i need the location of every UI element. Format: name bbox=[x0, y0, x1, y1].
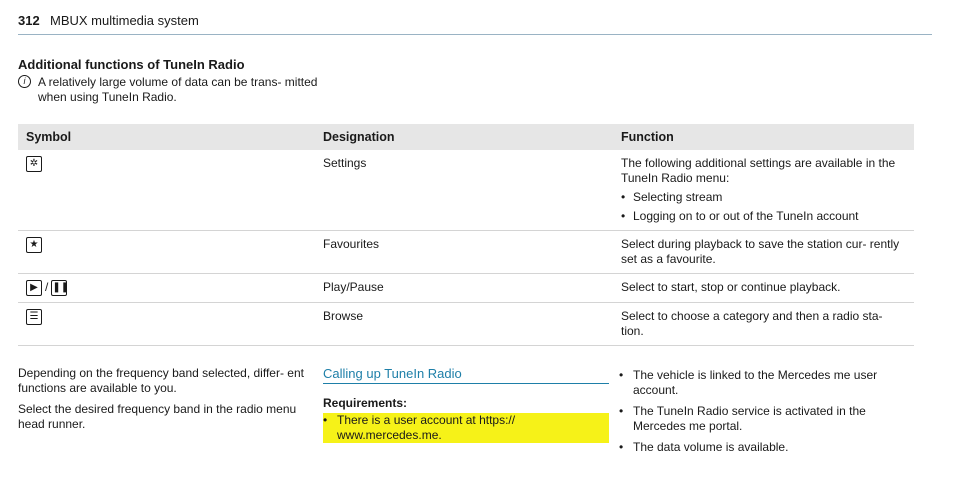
browse-icon: ☰ bbox=[26, 309, 42, 325]
frequency-band-column: Depending on the frequency band selected… bbox=[18, 366, 308, 438]
running-title: MBUX multimedia system bbox=[50, 13, 199, 28]
paragraph: Select the desired frequency band in the… bbox=[18, 402, 297, 431]
function-cell: Select to choose a category and then a r… bbox=[613, 302, 914, 346]
header-designation: Designation bbox=[315, 124, 613, 150]
list-item: Logging on to or out of the TuneIn accou… bbox=[621, 209, 906, 224]
calling-up-heading: Calling up TuneIn Radio bbox=[323, 366, 609, 384]
data-volume-note: i A relatively large volume of data can … bbox=[18, 75, 318, 105]
pause-icon: ❚❚ bbox=[51, 280, 69, 296]
info-icon: i bbox=[18, 75, 31, 88]
list-item: The data volume is available. bbox=[619, 440, 919, 455]
table-row: ☰ Browse Select to choose a category and… bbox=[18, 302, 914, 346]
play-icon: ▶ bbox=[26, 280, 42, 296]
page-header: 312 MBUX multimedia system bbox=[18, 8, 932, 35]
header-function: Function bbox=[613, 124, 914, 150]
star-icon: ★ bbox=[26, 237, 42, 253]
functions-table: Symbol Designation Function ✲ Settings T… bbox=[18, 124, 914, 346]
table-row: ✲ Settings The following additional sett… bbox=[18, 150, 914, 231]
designation-cell: Settings bbox=[315, 150, 613, 231]
list-item: There is a user account at https:// www.… bbox=[323, 413, 609, 443]
paragraph: Depending on the frequency band selected… bbox=[18, 366, 304, 395]
list-item: The vehicle is linked to the Mercedes me… bbox=[619, 368, 919, 398]
calling-up-column: Calling up TuneIn Radio Requirements: Th… bbox=[323, 366, 609, 449]
header-symbol: Symbol bbox=[18, 124, 315, 150]
requirements-label: Requirements: bbox=[323, 396, 408, 410]
designation-cell: Favourites bbox=[315, 230, 613, 274]
table-row: ★ Favourites Select during playback to s… bbox=[18, 230, 914, 274]
list-item: Selecting stream bbox=[621, 190, 906, 205]
function-cell: Select during playback to save the stati… bbox=[613, 230, 914, 274]
section-title: Additional functions of TuneIn Radio bbox=[18, 57, 245, 72]
designation-cell: Browse bbox=[315, 302, 613, 346]
function-cell: The following additional settings are av… bbox=[621, 156, 896, 185]
note-text: A relatively large volume of data can be… bbox=[38, 75, 318, 104]
table-header-row: Symbol Designation Function bbox=[18, 124, 914, 150]
icon-separator: / bbox=[45, 280, 49, 295]
settings-list: Selecting stream Logging on to or out of… bbox=[621, 190, 906, 224]
requirements-continued-column: The vehicle is linked to the Mercedes me… bbox=[619, 366, 919, 461]
settings-icon: ✲ bbox=[26, 156, 42, 172]
list-item: The TuneIn Radio service is activated in… bbox=[619, 404, 919, 434]
requirements-list: There is a user account at https:// www.… bbox=[323, 413, 609, 443]
function-cell: Select to start, stop or continue playba… bbox=[613, 273, 914, 303]
designation-cell: Play/Pause bbox=[315, 273, 613, 303]
table-row: ▶ / ❚❚ Play/Pause Select to start, stop or… bbox=[18, 273, 914, 303]
requirements-list-continued: The vehicle is linked to the Mercedes me… bbox=[619, 368, 919, 455]
page-number: 312 bbox=[18, 13, 40, 28]
